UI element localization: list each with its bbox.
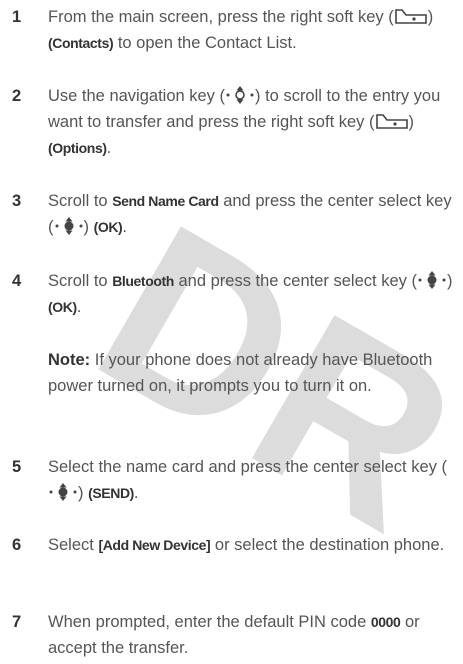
key-label: (SEND) (88, 485, 134, 501)
step-text-part: ) (446, 272, 453, 290)
step-text: Select the name card and press the cente… (48, 454, 460, 506)
key-label: [Add New Device] (98, 537, 211, 553)
note-label: Note: (48, 351, 91, 369)
note-text: Note: If your phone does not already hav… (48, 347, 460, 399)
step-text-part: to open the Contact List. (113, 34, 297, 52)
step-text-part: Select (48, 536, 99, 554)
step-number: 1 (12, 8, 22, 26)
right-soft-key-icon (394, 8, 428, 25)
note-body: If your phone does not already have Blue… (48, 351, 433, 395)
step-number: 7 (12, 613, 22, 631)
step-text: Scroll to Send Name Card and press the c… (48, 188, 460, 240)
step-text-part: or select the destination phone. (210, 536, 445, 554)
step-text-part: When prompted, enter the default PIN cod… (48, 613, 371, 631)
step-text-part: Select the name card and press the cente… (48, 458, 447, 476)
key-label: Bluetooth (112, 273, 174, 289)
step-text-part: Scroll to (48, 192, 113, 210)
step-text: Use the navigation key () to scroll to t… (48, 83, 460, 161)
key-label: (Options) (48, 140, 107, 156)
step-text-part: . (76, 298, 82, 316)
center-select-key-icon (417, 270, 447, 290)
step-text-part: . (122, 218, 127, 236)
step-text: From the main screen, press the right so… (48, 4, 460, 56)
step-text: Select [Add New Device] or select the de… (48, 532, 460, 558)
step-number: 6 (12, 536, 22, 554)
step-text-part: Use the navigation key ( (48, 87, 226, 105)
step-number: 3 (12, 192, 22, 210)
step-text-part: and press the center select key ( (173, 272, 417, 290)
step-text-part: Scroll to (48, 272, 113, 290)
step-number: 4 (12, 272, 22, 290)
key-label: (OK) (93, 219, 123, 235)
center-select-key-icon (48, 482, 78, 502)
navigation-key-icon (225, 85, 255, 105)
step-number: 5 (12, 458, 22, 476)
step-text-part: ) (78, 484, 89, 502)
step-text-part: From the main screen, press the right so… (48, 8, 394, 26)
center-select-key-icon (54, 216, 84, 236)
key-label: 0000 (370, 614, 401, 630)
step-text-part: . (133, 484, 139, 502)
key-label: (OK) (48, 299, 77, 315)
step-text-part: ) (427, 8, 434, 26)
step-number: 2 (12, 87, 22, 105)
step-text-part: . (106, 139, 112, 157)
step-text: Scroll to Bluetooth and press the center… (48, 268, 460, 320)
key-label: (Contacts) (48, 35, 114, 51)
step-text-part: ) (408, 113, 415, 131)
step-text: When prompted, enter the default PIN cod… (48, 609, 460, 661)
right-soft-key-icon (375, 113, 409, 130)
key-label: Send Name Card (112, 193, 219, 209)
step-text-part: ) (83, 218, 94, 236)
